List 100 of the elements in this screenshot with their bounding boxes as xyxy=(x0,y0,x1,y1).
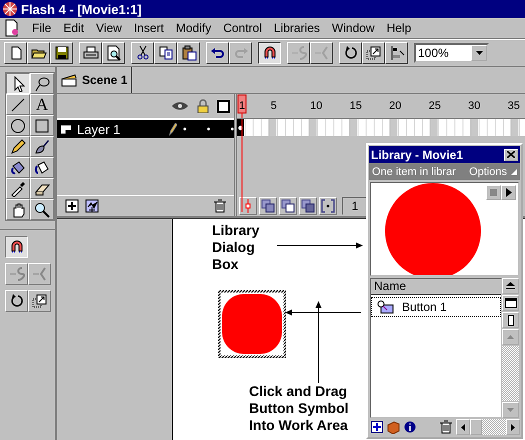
name-column-header[interactable]: Name xyxy=(371,279,501,295)
options-menu[interactable]: Options xyxy=(469,166,507,178)
narrow-view-button[interactable] xyxy=(502,278,519,294)
down-arrow-icon xyxy=(507,408,514,412)
menu-item[interactable]: Control xyxy=(223,21,262,35)
tall-rectangle-icon xyxy=(508,314,514,326)
line-tool[interactable] xyxy=(6,94,30,115)
scene-tab[interactable]: Scene 1 xyxy=(57,67,132,93)
open-button[interactable] xyxy=(27,42,50,64)
stacked-squares-icon xyxy=(281,199,295,213)
eraser-tool[interactable] xyxy=(30,178,54,199)
menu-item[interactable]: Libraries xyxy=(274,21,320,35)
line-icon xyxy=(10,96,26,112)
app-logo-icon xyxy=(2,1,18,17)
layer-icon xyxy=(61,124,72,134)
undo-arrow-icon xyxy=(210,45,226,61)
snap-button[interactable] xyxy=(258,42,281,64)
frame-number: 25 xyxy=(428,100,441,112)
zoom-tool[interactable] xyxy=(30,199,54,220)
trash-icon[interactable] xyxy=(214,199,226,213)
center-frame-button[interactable] xyxy=(239,197,257,215)
rotate-option-button[interactable] xyxy=(5,290,28,312)
document-icon[interactable] xyxy=(4,19,20,37)
oval-tool[interactable] xyxy=(6,115,30,136)
preview-button[interactable] xyxy=(102,42,125,64)
align-icon xyxy=(388,45,404,61)
scale-arrow-icon xyxy=(32,293,48,309)
undo-button[interactable] xyxy=(206,42,229,64)
window-title: Flash 4 - [Movie1:1] xyxy=(21,2,142,16)
circle-icon xyxy=(10,118,26,134)
menu-item[interactable]: Help xyxy=(386,21,412,35)
menu-item[interactable]: Edit xyxy=(63,21,84,35)
scale-button[interactable] xyxy=(362,42,385,64)
menu-item[interactable]: Insert xyxy=(134,21,164,35)
paste-button[interactable] xyxy=(177,42,200,64)
arrow-tool[interactable] xyxy=(6,73,30,94)
callout-text: Library Dialog Box xyxy=(212,222,260,273)
close-button[interactable] xyxy=(504,148,518,160)
frame-number: 1 xyxy=(239,100,246,112)
outline-square-icon[interactable] xyxy=(217,100,230,112)
trash-icon[interactable] xyxy=(440,420,452,434)
align-button[interactable] xyxy=(385,42,408,64)
brush-icon xyxy=(34,138,50,154)
onion-skin-button[interactable] xyxy=(259,197,277,215)
menu-item[interactable]: View xyxy=(96,21,122,35)
wide-view-button[interactable] xyxy=(502,295,519,311)
rotate-button[interactable] xyxy=(339,42,362,64)
pencil-tool[interactable] xyxy=(6,136,30,157)
copy-button[interactable] xyxy=(154,42,177,64)
library-item[interactable]: Button 1 xyxy=(371,297,501,317)
bucket-tool[interactable] xyxy=(30,157,54,178)
stop-icon xyxy=(490,189,497,196)
left-arrow-icon xyxy=(461,424,465,430)
add-layer-icon[interactable] xyxy=(65,199,79,213)
ink-tool[interactable] xyxy=(6,157,30,178)
eject-icon xyxy=(506,282,515,290)
brush-tool[interactable] xyxy=(30,136,54,157)
info-icon[interactable] xyxy=(404,421,416,433)
rectangle-icon xyxy=(34,118,50,134)
paint-bucket-icon xyxy=(34,160,50,176)
new-button[interactable] xyxy=(4,42,27,64)
play-button[interactable] xyxy=(501,185,516,200)
narrow-window-button[interactable] xyxy=(502,312,519,328)
horizontal-scrollbar[interactable] xyxy=(456,419,520,435)
onion-markers-button[interactable] xyxy=(319,197,337,215)
eye-icon[interactable] xyxy=(171,101,189,111)
straighten-option-button[interactable] xyxy=(28,263,51,285)
selected-button-symbol[interactable] xyxy=(218,290,286,358)
menu-item[interactable]: Modify xyxy=(176,21,212,35)
redo-arrow-icon xyxy=(232,45,248,61)
snap-option-button[interactable] xyxy=(5,236,28,258)
menu-corner-icon[interactable] xyxy=(511,168,517,174)
up-arrow-icon xyxy=(507,335,514,339)
add-guide-layer-icon[interactable] xyxy=(85,199,99,213)
scale-option-button[interactable] xyxy=(28,290,51,312)
padlock-icon[interactable] xyxy=(197,99,209,113)
save-button[interactable] xyxy=(50,42,73,64)
smooth-option-button[interactable] xyxy=(5,263,28,285)
dropper-tool[interactable] xyxy=(6,178,30,199)
print-button[interactable] xyxy=(79,42,102,64)
hand-tool[interactable] xyxy=(6,199,30,220)
cut-button[interactable] xyxy=(131,42,154,64)
menu-item[interactable]: File xyxy=(32,21,52,35)
playhead-marker[interactable] xyxy=(237,94,247,212)
straighten-curve-icon xyxy=(314,45,330,61)
new-symbol-icon[interactable] xyxy=(371,421,383,433)
lasso-tool[interactable] xyxy=(30,73,54,94)
stacked-squares-icon xyxy=(261,199,275,213)
magnifier-icon xyxy=(34,202,50,218)
item-count-text: One item in librar xyxy=(372,166,457,178)
frame-number: 30 xyxy=(468,100,480,112)
onion-outline-button[interactable] xyxy=(279,197,297,215)
menu-item[interactable]: Window xyxy=(332,21,375,35)
scroll-down-button[interactable] xyxy=(502,402,519,418)
edit-frames-button[interactable] xyxy=(299,197,317,215)
rect-tool[interactable] xyxy=(30,115,54,136)
zoom-dropdown[interactable]: 100% xyxy=(414,43,489,63)
text-tool[interactable]: A xyxy=(30,94,54,115)
layer-row[interactable]: Layer 1 xyxy=(57,120,234,138)
frame-grid-drawing[interactable] xyxy=(237,119,525,136)
